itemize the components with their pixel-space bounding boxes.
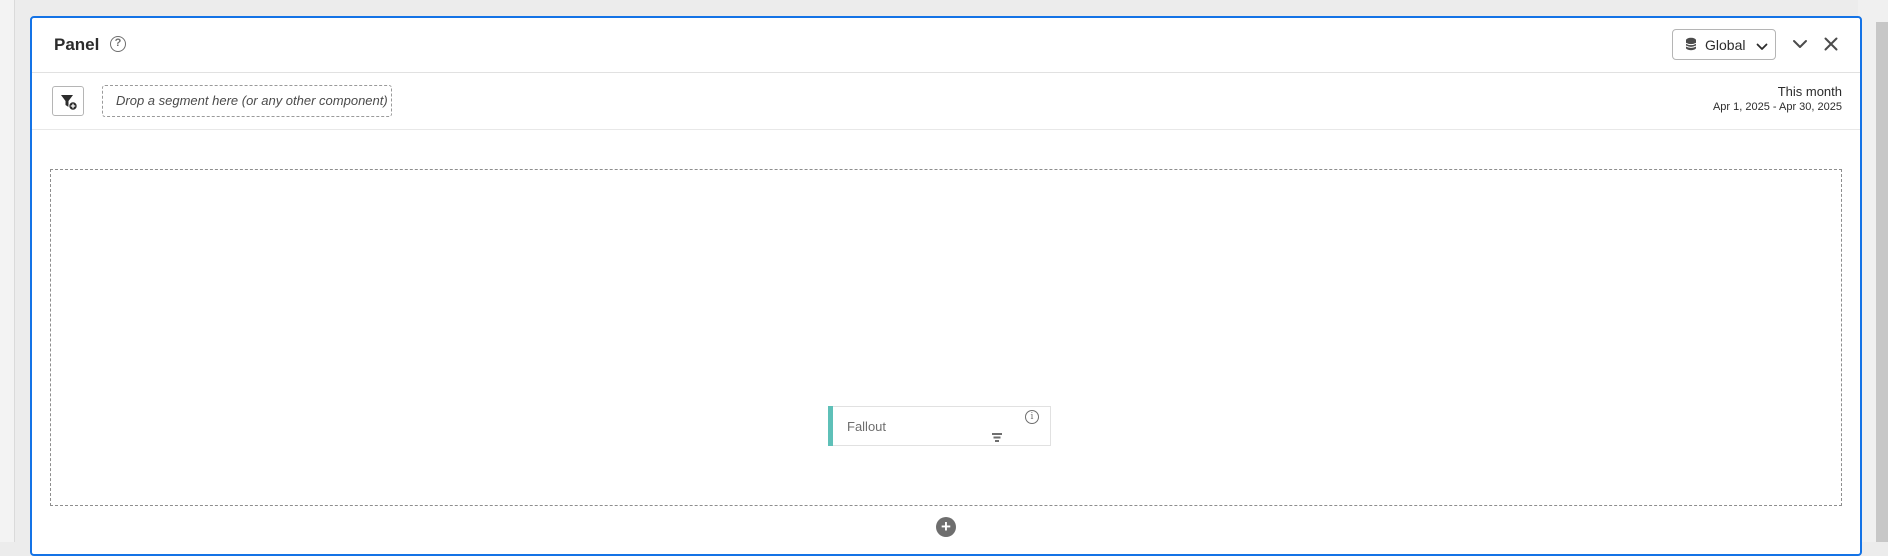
card-accent-bar (828, 406, 833, 446)
fallout-visualization-card[interactable]: Fallout i (828, 406, 1051, 446)
freeform-canvas[interactable]: Fallout i (50, 169, 1842, 506)
global-button-label: Global (1705, 37, 1746, 53)
panel-header: Panel ? Global (32, 18, 1860, 73)
chevron-down-icon (1756, 39, 1768, 57)
funnel-icon (991, 431, 1003, 449)
fallout-label: Fallout (847, 419, 887, 434)
collapse-panel-button[interactable] (1790, 34, 1810, 54)
date-range-dates: Apr 1, 2025 - Apr 30, 2025 (1712, 101, 1842, 113)
scrollbar-track[interactable] (1858, 0, 1888, 542)
left-gutter (0, 0, 15, 542)
scrollbar-thumb[interactable] (1876, 22, 1888, 542)
global-button[interactable]: Global (1672, 29, 1776, 60)
add-segment-button[interactable] (52, 86, 84, 116)
date-range-picker[interactable]: This month Apr 1, 2025 - Apr 30, 2025 (1713, 84, 1842, 113)
database-icon (1685, 37, 1697, 56)
segment-bar: Drop a segment here (or any other compon… (32, 72, 1860, 130)
close-icon (1824, 37, 1838, 51)
panel: Panel ? Global Drop a segment here (or a… (30, 16, 1862, 556)
filter-add-icon (61, 95, 78, 111)
panel-title: Panel (54, 35, 100, 54)
add-visualization-button[interactable]: + (936, 517, 956, 537)
date-range-label: This month (1777, 84, 1842, 99)
chevron-down-icon (1793, 40, 1807, 48)
help-icon[interactable]: ? (110, 36, 126, 52)
close-panel-button[interactable] (1821, 34, 1841, 54)
segment-drop-zone[interactable]: Drop a segment here (or any other compon… (102, 85, 392, 117)
info-icon[interactable]: i (1025, 410, 1039, 424)
